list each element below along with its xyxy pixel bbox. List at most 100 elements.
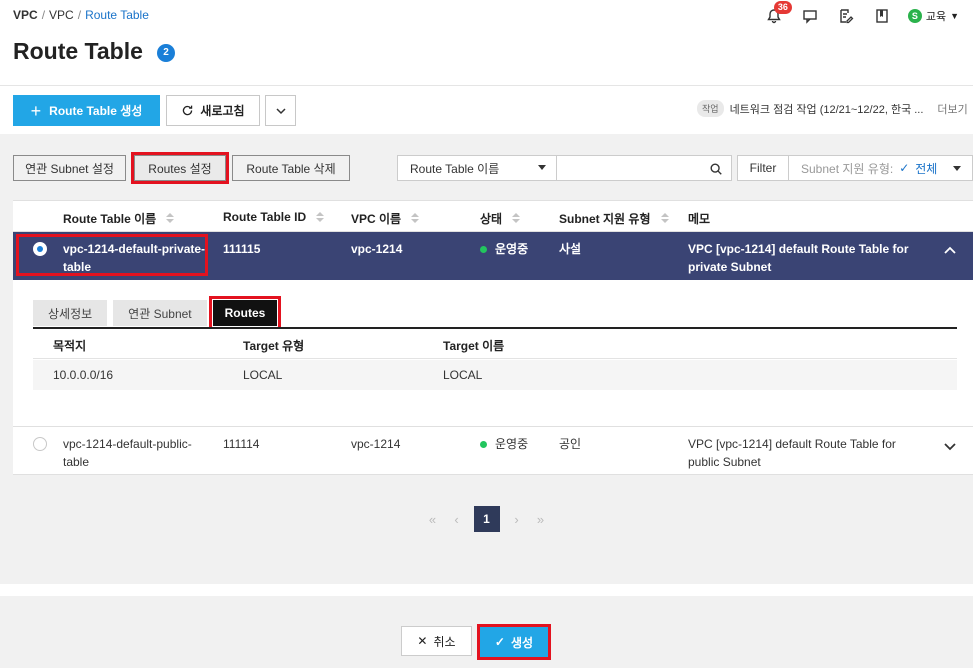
breadcrumb-current: Route Table (85, 8, 149, 22)
chat-icon (803, 10, 817, 24)
cancel-label: 취소 (433, 634, 456, 649)
pagination: « ‹ 1 › » (0, 506, 973, 532)
first-page-icon[interactable]: « (426, 512, 440, 527)
content-area: 연관 Subnet 설정 Routes 설정 Route Table 삭제 Ro… (0, 134, 973, 584)
column-header-label: Route Table 이름 (63, 212, 157, 226)
prev-page-icon[interactable]: ‹ (450, 512, 464, 527)
sort-icon[interactable] (166, 213, 175, 224)
action-bar: + Route Table 생성 새로고침 작업 네트워크 점검 작업 (12/… (0, 86, 973, 134)
search-icon[interactable] (709, 162, 723, 176)
check-icon: ✓ (494, 635, 505, 649)
subnet-type-filter[interactable]: Subnet 지원 유형: ✓ 전체 (788, 155, 973, 181)
create-route-table-button[interactable]: + Route Table 생성 (13, 95, 160, 126)
next-page-icon[interactable]: › (510, 512, 524, 527)
column-header-label: VPC 이름 (351, 212, 402, 226)
create-label: 생성 (510, 635, 534, 650)
subnet-type-filter-value: 전체 (915, 161, 938, 176)
cancel-button[interactable]: ✕ 취소 (401, 626, 472, 656)
status: 운영중 (480, 435, 528, 453)
routes-table-row: 10.0.0.0/16 LOCAL LOCAL (33, 360, 957, 390)
more-actions-button[interactable] (265, 95, 296, 126)
page-title: Route Table (13, 38, 143, 64)
routes-column-target-name: Target 이름 (443, 339, 505, 353)
title-count-badge: 2 (157, 44, 175, 62)
memo: VPC [vpc-1214] default Route Table for pu… (688, 437, 896, 469)
routes-column-destination: 목적지 (53, 339, 87, 353)
table-row[interactable]: vpc-1214-default-private-table 111115 vp… (13, 232, 973, 280)
status-running-dot (480, 441, 487, 449)
notice-banner: 작업 네트워크 점검 작업 (12/21~12/22, 한국 ... 더보기 (697, 100, 968, 117)
column-header-name[interactable]: Route Table 이름 (63, 210, 175, 227)
chevron-up-icon[interactable] (943, 244, 957, 258)
detail-tabs: 상세정보 연관 Subnet Routes (33, 296, 282, 330)
chevron-down-icon[interactable] (943, 439, 957, 453)
routes-settings-button[interactable]: Routes 설정 (131, 152, 229, 184)
column-header-subnet-type[interactable]: Subnet 지원 유형 (559, 210, 669, 227)
delete-route-table-button[interactable]: Route Table 삭제 (232, 155, 350, 181)
caret-down-icon (953, 165, 962, 171)
column-header-vpc[interactable]: VPC 이름 (351, 210, 420, 227)
route-table-list: Route Table 이름 Route Table ID VPC 이름 상태 … (13, 200, 973, 475)
route-table-name: vpc-1214-default-public-table (63, 437, 192, 469)
page-button-current[interactable]: 1 (473, 506, 500, 532)
notice-text[interactable]: 네트워크 점검 작업 (12/21~12/22, 한국 ... (730, 101, 924, 117)
column-header-label: Route Table ID (223, 210, 307, 224)
breadcrumb-root[interactable]: VPC (13, 8, 38, 22)
top-icons: 36 S 교육 ▼ (756, 1, 959, 26)
notice-tag: 작업 (697, 100, 724, 117)
last-page-icon[interactable]: » (534, 512, 548, 527)
tab-routes[interactable]: Routes (208, 296, 282, 330)
route-destination: 10.0.0.0/16 (53, 368, 114, 382)
caret-down-icon (538, 165, 546, 170)
edit-button[interactable] (828, 6, 864, 26)
refresh-label: 새로고침 (200, 104, 245, 118)
footer-actions: ✕ 취소 ✓ 생성 (0, 596, 973, 668)
route-table-id: 111115 (223, 242, 261, 256)
refresh-button[interactable]: 새로고침 (166, 95, 260, 126)
edit-document-icon (840, 9, 854, 24)
vpc-name: vpc-1214 (351, 242, 403, 256)
column-header-label: Subnet 지원 유형 (559, 212, 651, 226)
subnet-type: 공인 (559, 437, 582, 451)
chat-button[interactable] (792, 6, 828, 26)
tab-linked-subnet[interactable]: 연관 Subnet (113, 300, 207, 326)
table-row[interactable]: vpc-1214-default-public-table 111114 vpc… (13, 427, 973, 475)
check-icon: ✓ (899, 161, 910, 175)
subnet-type-filter-label: Subnet 지원 유형: (801, 161, 894, 176)
row-radio[interactable] (33, 437, 47, 451)
book-icon (876, 9, 888, 23)
sort-icon[interactable] (512, 213, 521, 224)
create-button[interactable]: ✓ 생성 (477, 624, 551, 660)
tab-details[interactable]: 상세정보 (33, 300, 108, 326)
notification-button[interactable]: 36 (756, 1, 792, 26)
refresh-icon (183, 105, 193, 116)
sort-icon[interactable] (660, 213, 669, 224)
notice-more-link[interactable]: 더보기 (937, 101, 967, 117)
sort-icon[interactable] (316, 211, 325, 223)
breadcrumb-separator: / (77, 8, 82, 22)
filter-button[interactable]: Filter (737, 155, 789, 181)
header: VPC / VPC / Route Table Route Table 2 36… (0, 0, 973, 86)
breadcrumb: VPC / VPC / Route Table (13, 8, 149, 22)
memo: VPC [vpc-1214] default Route Table for pr… (688, 242, 909, 274)
user-menu[interactable]: S 교육 ▼ (907, 8, 959, 24)
column-header-id[interactable]: Route Table ID (223, 210, 325, 224)
column-header-label: 메모 (688, 212, 711, 226)
column-header-status[interactable]: 상태 (480, 210, 521, 227)
status: 운영중 (480, 240, 528, 258)
sort-icon[interactable] (411, 213, 420, 224)
vpc-name: vpc-1214 (351, 437, 401, 451)
column-header-memo: 메모 (688, 210, 710, 227)
subnet-type: 사설 (559, 242, 582, 256)
guide-button[interactable] (864, 6, 900, 26)
chevron-down-icon (275, 107, 286, 114)
routes-table-header: 목적지 Target 유형 Target 이름 (33, 329, 957, 359)
search-input[interactable] (556, 155, 732, 181)
breadcrumb-separator: / (41, 8, 46, 22)
linked-subnet-button[interactable]: 연관 Subnet 설정 (13, 155, 126, 181)
search-field-select[interactable]: Route Table 이름 (397, 155, 557, 181)
routes-column-target-type: Target 유형 (243, 339, 305, 353)
column-header-label: 상태 (480, 212, 503, 226)
divider (0, 584, 968, 596)
breadcrumb-parent[interactable]: VPC (49, 8, 74, 22)
